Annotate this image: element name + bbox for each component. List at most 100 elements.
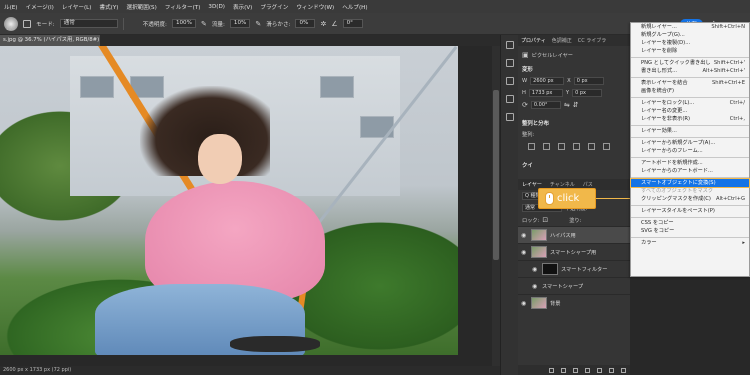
- layer-name[interactable]: スマートシャープ用: [550, 249, 596, 256]
- layer-row[interactable]: ◉ 背景: [518, 294, 630, 311]
- layer-name[interactable]: スマートフィルター: [561, 266, 607, 273]
- menu-item[interactable]: 選択範囲(S): [122, 3, 160, 11]
- menu-item[interactable]: レイヤー(L): [58, 3, 96, 11]
- context-menu-item[interactable]: レイヤーを非表示(R) Ctrl+,: [631, 115, 749, 123]
- fx-icon[interactable]: [561, 367, 566, 373]
- scrollbar-thumb[interactable]: [493, 90, 499, 260]
- context-menu-item[interactable]: CSS をコピー: [631, 219, 749, 227]
- angle-input[interactable]: 0°: [342, 19, 363, 28]
- menu-bar: ル(E) イメージ(I) レイヤー(L) 書式(Y) 選択範囲(S) フィルター(T) 3D…: [0, 0, 750, 13]
- flow-input[interactable]: 10%: [229, 19, 251, 28]
- eye-icon[interactable]: ◉: [532, 266, 539, 273]
- context-menu-item[interactable]: 画像を統合(F): [631, 87, 749, 95]
- rotation-input[interactable]: 0.00°: [530, 101, 561, 109]
- character-icon[interactable]: [505, 113, 514, 121]
- context-menu-item[interactable]: レイヤー名の変更...: [631, 107, 749, 115]
- menu-item[interactable]: 書式(Y): [95, 3, 122, 11]
- properties-icon[interactable]: [505, 59, 514, 67]
- trash-icon[interactable]: [621, 367, 626, 373]
- context-menu-item[interactable]: SVG をコピー: [631, 227, 749, 235]
- layer-row[interactable]: ◉ スマートシャープ: [518, 277, 630, 294]
- align-heading[interactable]: 整列と分布: [518, 115, 630, 129]
- align-top-icon[interactable]: [573, 143, 580, 150]
- pressure-opacity-icon[interactable]: ✎: [201, 20, 207, 28]
- context-menu-item[interactable]: レイヤーを複製(D)...: [631, 39, 749, 47]
- menu-item-convert-smart-object[interactable]: スマートオブジェクトに変換(S): [630, 178, 750, 188]
- context-menu-item[interactable]: 新規グループ(G)...: [631, 31, 749, 39]
- flip-vertical-icon[interactable]: ⇵: [573, 101, 579, 109]
- quick-actions-heading[interactable]: クイ: [518, 157, 630, 171]
- context-menu-item[interactable]: 表示レイヤーを結合 Shift+Ctrl+E: [631, 79, 749, 87]
- context-menu-item[interactable]: レイヤーからのアートボード...: [631, 167, 749, 175]
- flip-horizontal-icon[interactable]: ⇋: [564, 101, 570, 109]
- menu-item[interactable]: フィルター(T): [161, 3, 205, 11]
- context-menu-item[interactable]: レイヤーを削除: [631, 47, 749, 55]
- context-menu-item[interactable]: 書き出し形式... Alt+Shift+Ctrl+': [631, 67, 749, 75]
- layer-name[interactable]: 背景: [550, 300, 560, 307]
- context-menu-item[interactable]: レイヤーから新規グループ(A)...: [631, 139, 749, 147]
- context-menu-item[interactable]: レイヤー効果...: [631, 127, 749, 135]
- folder-icon[interactable]: [597, 367, 602, 373]
- menu-item[interactable]: ヘルプ(H): [338, 3, 371, 11]
- y-input[interactable]: 0 px: [572, 89, 603, 97]
- layer-row[interactable]: ◉ ハイパス用: [518, 226, 630, 243]
- mode-select[interactable]: 通常: [59, 19, 118, 28]
- rotate-icon: ⟳: [522, 101, 528, 109]
- menu-item[interactable]: 表示(V): [229, 3, 256, 11]
- new-layer-icon[interactable]: [609, 367, 614, 373]
- mask-icon[interactable]: [573, 367, 578, 373]
- layer-name[interactable]: ハイパス用: [550, 232, 576, 239]
- tab-channels[interactable]: チャンネル: [550, 181, 575, 188]
- layer-name[interactable]: スマートシャープ: [542, 283, 583, 290]
- airbrush-icon[interactable]: ✎: [255, 20, 261, 28]
- brushes-icon[interactable]: [505, 95, 514, 103]
- align-right-icon[interactable]: [558, 143, 565, 150]
- layer-row[interactable]: ◉ スマートフィルター: [518, 260, 630, 277]
- eye-icon[interactable]: ◉: [532, 283, 539, 290]
- document-tab[interactable]: s.jpg @ 36.7% (ハイパス用, RGB/8#) *: [0, 35, 100, 46]
- align-left-icon[interactable]: [528, 143, 535, 150]
- context-menu-item[interactable]: レイヤーからのフレーム...: [631, 147, 749, 155]
- context-menu-item[interactable]: すべてのオブジェクトをマスク: [631, 187, 749, 195]
- context-menu-item[interactable]: レイヤースタイルをペースト(P): [631, 207, 749, 215]
- transform-heading[interactable]: 変形: [518, 61, 630, 75]
- link-icon[interactable]: [549, 367, 554, 373]
- height-input[interactable]: 1733 px: [528, 89, 563, 97]
- eye-icon[interactable]: ◉: [521, 249, 528, 256]
- menu-item-label: レイヤー名の変更...: [641, 108, 688, 114]
- context-menu-item[interactable]: クリッピングマスクを作成(C) Alt+Ctrl+G: [631, 195, 749, 203]
- opacity-input[interactable]: 100%: [171, 19, 196, 28]
- history-icon[interactable]: [505, 41, 514, 49]
- tab-layers[interactable]: レイヤー: [522, 181, 542, 188]
- photo-image[interactable]: [0, 46, 458, 355]
- tab-properties[interactable]: プロパティ: [521, 37, 546, 44]
- align-center-icon[interactable]: [543, 143, 550, 150]
- context-menu-item[interactable]: PNG としてクイック書き出し Shift+Ctrl+': [631, 59, 749, 67]
- context-menu-item[interactable]: 新規レイヤー... Shift+Ctrl+N: [631, 23, 749, 31]
- layer-row[interactable]: ◉ スマートシャープ用: [518, 243, 630, 260]
- adjustment-icon[interactable]: [585, 367, 590, 373]
- brush-settings-icon[interactable]: [23, 19, 31, 28]
- context-menu-item[interactable]: レイヤーをロック(L)... Ctrl+/: [631, 99, 749, 107]
- lock-icon[interactable]: ⊡: [542, 216, 548, 224]
- tab-adjustments[interactable]: 色調補正: [552, 37, 572, 44]
- context-menu-item[interactable]: アートボードを新規作成...: [631, 159, 749, 167]
- swatches-icon[interactable]: [505, 77, 514, 85]
- context-menu-item[interactable]: カラー ▸: [631, 239, 749, 247]
- width-input[interactable]: 2600 px: [530, 77, 565, 85]
- gear-icon[interactable]: ✲: [320, 20, 326, 28]
- eye-icon[interactable]: ◉: [521, 232, 528, 239]
- x-input[interactable]: 0 px: [573, 77, 604, 85]
- eye-icon[interactable]: ◉: [521, 300, 528, 307]
- menu-item[interactable]: ル(E): [0, 3, 22, 11]
- smoothing-input[interactable]: 0%: [295, 19, 316, 28]
- menu-item[interactable]: ウィンドウ(W): [292, 3, 338, 11]
- tab-paths[interactable]: パス: [583, 181, 593, 188]
- menu-item[interactable]: 3D(D): [204, 4, 229, 10]
- align-bottom-icon[interactable]: [603, 143, 610, 150]
- menu-item[interactable]: プラグイン: [256, 3, 292, 11]
- menu-item[interactable]: イメージ(I): [22, 3, 58, 11]
- canvas-area[interactable]: [0, 46, 500, 366]
- tab-cc-libraries[interactable]: CC ライブラ: [578, 37, 607, 44]
- align-middle-icon[interactable]: [588, 143, 595, 150]
